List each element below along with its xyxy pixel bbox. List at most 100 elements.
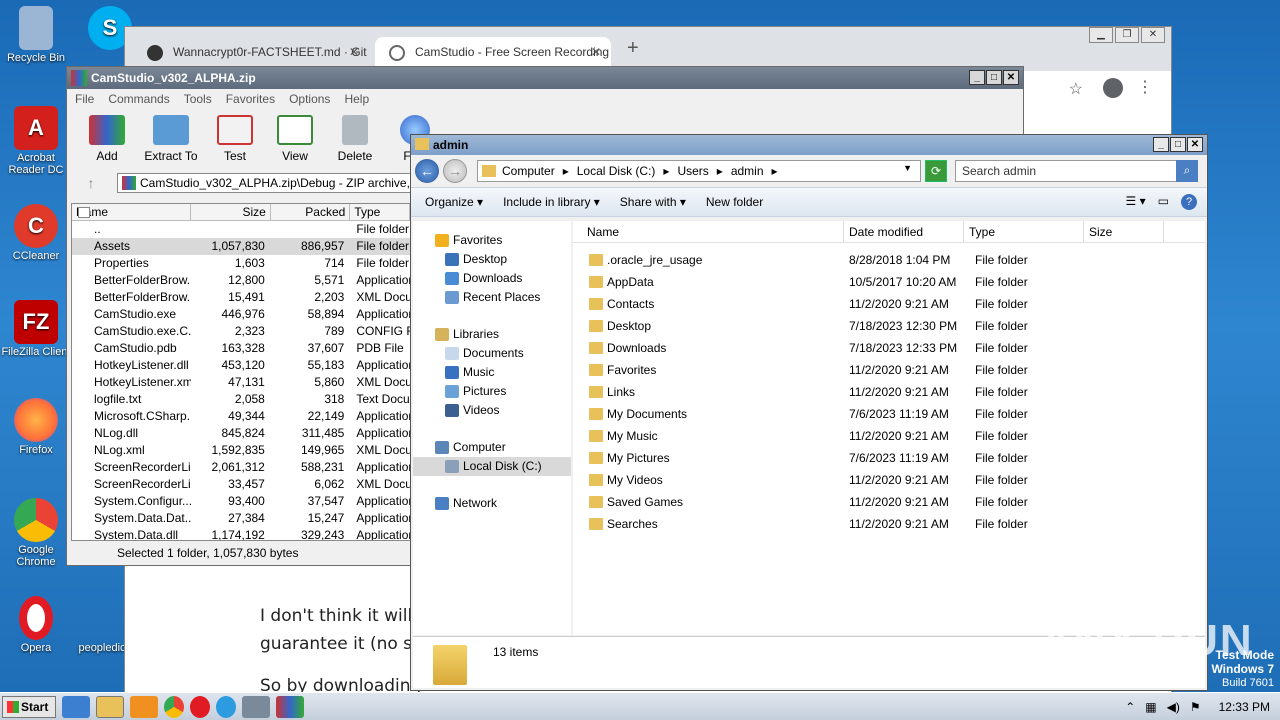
nav-item[interactable]: Downloads [413, 269, 571, 288]
nav-item[interactable]: Network [413, 494, 571, 513]
table-row[interactable]: ScreenRecorderLi... 33,457 6,062 XML Docum [72, 207, 410, 493]
nav-item[interactable]: Videos [413, 401, 571, 420]
ccleaner-shortcut[interactable]: C CCleaner [0, 204, 72, 262]
breadcrumb-item[interactable]: admin [731, 164, 764, 178]
column-type[interactable]: Type [964, 221, 1084, 242]
close-icon[interactable]: ✕ [1141, 27, 1165, 43]
list-item[interactable]: Links 11/2/2020 9:21 AM File folder [573, 381, 1205, 403]
new-folder-button[interactable]: New folder [706, 195, 763, 209]
start-button[interactable]: Start [2, 695, 56, 718]
nav-item[interactable]: Documents [413, 344, 571, 363]
table-row[interactable]: NLog.xml 1,592,835 149,965 XML Docum [72, 207, 410, 459]
list-item[interactable]: Downloads 7/18/2023 12:33 PM File folder [573, 337, 1205, 359]
table-row[interactable]: .. File folder [72, 207, 410, 238]
volume-tray-icon[interactable]: ◀) [1167, 700, 1180, 714]
maximize-icon[interactable]: □ [1170, 137, 1186, 152]
view-button[interactable]: View [269, 109, 321, 169]
preview-pane-icon[interactable]: ▭ [1158, 194, 1169, 210]
chevron-down-icon[interactable]: ▼ [903, 163, 912, 173]
search-icon[interactable]: ⌕ [1176, 160, 1198, 182]
clock[interactable]: 12:33 PM [1219, 700, 1270, 714]
new-tab-icon[interactable]: + [627, 37, 639, 60]
winrar-titlebar[interactable]: CamStudio_v302_ALPHA.zip _ □ ✕ [67, 67, 1023, 89]
menu-commands[interactable]: Commands [108, 89, 169, 109]
close-icon[interactable]: ✕ [1187, 137, 1203, 152]
menu-options[interactable]: Options [289, 89, 330, 109]
column-packed[interactable]: Packed [271, 204, 351, 220]
menu-favorites[interactable]: Favorites [226, 89, 275, 109]
view-options-icon[interactable]: ☰ ▾ [1126, 194, 1146, 210]
column-date-modified[interactable]: Date modified [844, 221, 964, 242]
refresh-button[interactable]: ⟳ [925, 160, 947, 182]
opera-taskbar-icon[interactable] [190, 695, 210, 718]
list-item[interactable]: Contacts 11/2/2020 9:21 AM File folder [573, 293, 1205, 315]
breadcrumb-item[interactable]: Local Disk (C:) [577, 164, 656, 178]
table-row[interactable]: System.Configur... 93,400 37,547 Applicatio… [72, 207, 410, 510]
table-row[interactable]: Microsoft.CSharp... 49,344 22,149 Applicati… [72, 207, 410, 425]
profile-icon[interactable] [1103, 78, 1123, 98]
table-row[interactable]: HotkeyListener.dll 453,120 55,183 Applicati… [72, 207, 410, 374]
list-item[interactable]: Saved Games 11/2/2020 9:21 AM File folder [573, 491, 1205, 513]
nav-item[interactable]: Recent Places [413, 288, 571, 307]
restore-icon[interactable]: ❐ [1115, 27, 1139, 43]
list-item[interactable]: AppData 10/5/2017 10:20 AM File folder [573, 271, 1205, 293]
list-item[interactable]: My Documents 7/6/2023 11:19 AM File folder [573, 403, 1205, 425]
menu-file[interactable]: File [75, 89, 94, 109]
column-type[interactable]: Type [350, 204, 410, 220]
nav-item[interactable]: Desktop [413, 250, 571, 269]
table-row[interactable]: Assets 1,057,830 886,957 File folder [72, 207, 410, 255]
close-tab-icon[interactable]: ✕ [591, 37, 601, 67]
winrar-taskbar-icon[interactable] [276, 695, 304, 718]
table-row[interactable]: System.Data.Dat... 27,384 15,247 Applicatio… [72, 207, 410, 527]
more-menu-icon[interactable]: ⋮ [1137, 77, 1153, 97]
table-row[interactable]: CamStudio.pdb 163,328 37,607 PDB File [72, 207, 410, 357]
chrome-shortcut[interactable]: Google Chrome [0, 498, 72, 568]
list-item[interactable]: Favorites 11/2/2020 9:21 AM File folder [573, 359, 1205, 381]
acrobat-shortcut[interactable]: A Acrobat Reader DC [0, 106, 72, 176]
breadcrumb-item[interactable]: Computer [502, 164, 555, 178]
bookmark-star-icon[interactable]: ☆ [1069, 79, 1083, 99]
include-in-library-button[interactable]: Include in library ▾ [503, 195, 600, 209]
share-with-button[interactable]: Share with ▾ [620, 195, 686, 209]
explorer-titlebar[interactable]: admin _ □ ✕ [411, 135, 1207, 155]
chrome-taskbar-icon[interactable] [164, 695, 184, 718]
table-row[interactable]: BetterFolderBrow... 15,491 2,203 XML Docum [72, 207, 410, 306]
table-row[interactable]: CamStudio.exe.C... 2,323 789 CONFIG Fi [72, 207, 410, 340]
minimize-icon[interactable]: ▁ [1089, 27, 1113, 43]
network-tray-icon[interactable]: ▦ [1145, 700, 1156, 714]
back-button[interactable]: ← [415, 159, 439, 183]
flag-tray-icon[interactable]: ⚑ [1190, 700, 1201, 714]
app-taskbar-icon[interactable] [242, 695, 270, 718]
tray-expand-icon[interactable]: ⌃ [1125, 700, 1135, 714]
nav-item[interactable]: Local Disk (C:) [413, 457, 571, 476]
help-icon[interactable]: ? [1181, 194, 1197, 210]
minimize-icon[interactable]: _ [1153, 137, 1169, 152]
nav-item[interactable]: Favorites [413, 231, 571, 250]
opera-shortcut[interactable]: Opera [0, 596, 72, 654]
table-row[interactable]: System.Data.dll 1,174,192 329,243 Applicati… [72, 207, 410, 540]
close-tab-icon[interactable]: ✕ [349, 37, 359, 67]
add-button[interactable]: Add [81, 109, 133, 169]
table-row[interactable]: HotkeyListener.xml 47,131 5,860 XML Docum [72, 207, 410, 391]
extract-to-button[interactable]: Extract To [141, 109, 201, 169]
close-icon[interactable]: ✕ [1003, 70, 1019, 85]
list-item[interactable]: .oracle_jre_usage 8/28/2018 1:04 PM File f… [573, 249, 1205, 271]
nav-item[interactable]: Pictures [413, 382, 571, 401]
breadcrumb-item[interactable]: Users [677, 164, 708, 178]
list-item[interactable]: My Pictures 7/6/2023 11:19 AM File folder [573, 447, 1205, 469]
table-row[interactable]: BetterFolderBrow... 12,800 5,571 Applicatio… [72, 207, 410, 289]
nav-item[interactable]: Libraries [413, 325, 571, 344]
list-item[interactable]: Searches 11/2/2020 9:21 AM File folder [573, 513, 1205, 535]
menu-help[interactable]: Help [344, 89, 369, 109]
forward-button[interactable]: → [443, 159, 467, 183]
column-size[interactable]: Size [191, 204, 271, 220]
column-size[interactable]: Size [1084, 221, 1164, 242]
list-item[interactable]: My Videos 11/2/2020 9:21 AM File folder [573, 469, 1205, 491]
column-name[interactable]: Name [573, 221, 844, 242]
edge-taskbar-icon[interactable] [216, 695, 236, 718]
media-player-taskbar-icon[interactable] [130, 695, 158, 718]
up-arrow-icon[interactable]: ↑ [71, 175, 111, 191]
nav-item[interactable]: Computer [413, 438, 571, 457]
filezilla-shortcut[interactable]: FZ FileZilla Client [0, 300, 72, 358]
breadcrumb[interactable]: Computer ▸ Local Disk (C:) ▸ Users ▸ admin ▸… [477, 160, 921, 182]
